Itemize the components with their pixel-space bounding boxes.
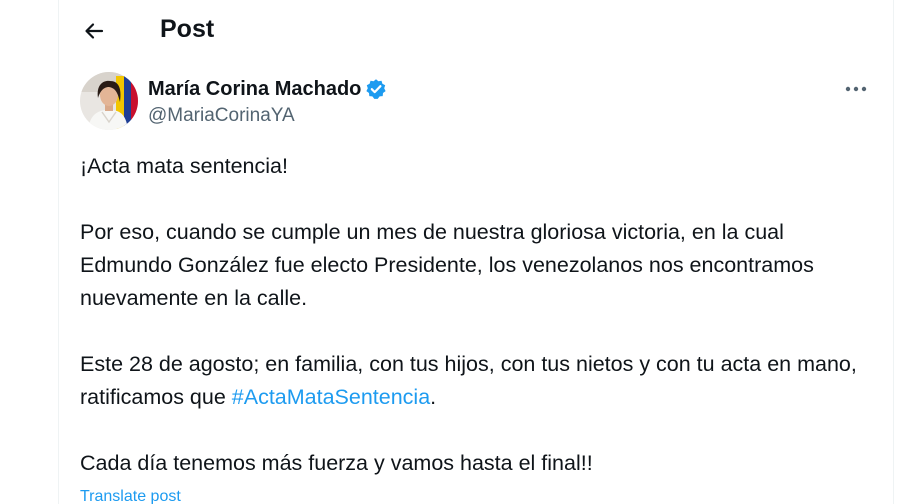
tweet-text-span: Este 28 de agosto; en familia, con tus h…: [80, 352, 857, 409]
hashtag-link[interactable]: #ActaMataSentencia: [232, 385, 430, 409]
tweet-paragraph: ¡Acta mata sentencia!: [80, 154, 288, 178]
author-name-row: María Corina Machado: [148, 75, 387, 103]
tweet-paragraph: Por eso, cuando se cumple un mes de nues…: [80, 220, 814, 310]
page-title: Post: [160, 15, 215, 43]
translate-post-link[interactable]: Translate post: [80, 488, 181, 504]
tweet-paragraph: Cada día tenemos más fuerza y vamos hast…: [80, 451, 593, 475]
more-options-button[interactable]: [841, 76, 871, 102]
post-column: Post María Corina Machado @MariaCorinaYA…: [58, 0, 894, 504]
tweet-text-span: .: [430, 385, 437, 409]
arrow-left-icon: [82, 19, 106, 43]
post-header: Post: [59, 0, 893, 60]
verified-badge-icon[interactable]: [365, 78, 387, 100]
author-handle[interactable]: @MariaCorinaYA: [148, 105, 387, 127]
author-info: María Corina Machado @MariaCorinaYA: [148, 75, 387, 127]
back-button[interactable]: [75, 12, 113, 50]
tweet-text: ¡Acta mata sentencia! Por eso, cuando se…: [80, 150, 880, 504]
more-horizontal-icon: [845, 86, 867, 92]
avatar[interactable]: [80, 72, 138, 130]
author-display-name[interactable]: María Corina Machado: [148, 78, 361, 101]
tweet-paragraph: Este 28 de agosto; en familia, con tus h…: [80, 348, 880, 414]
